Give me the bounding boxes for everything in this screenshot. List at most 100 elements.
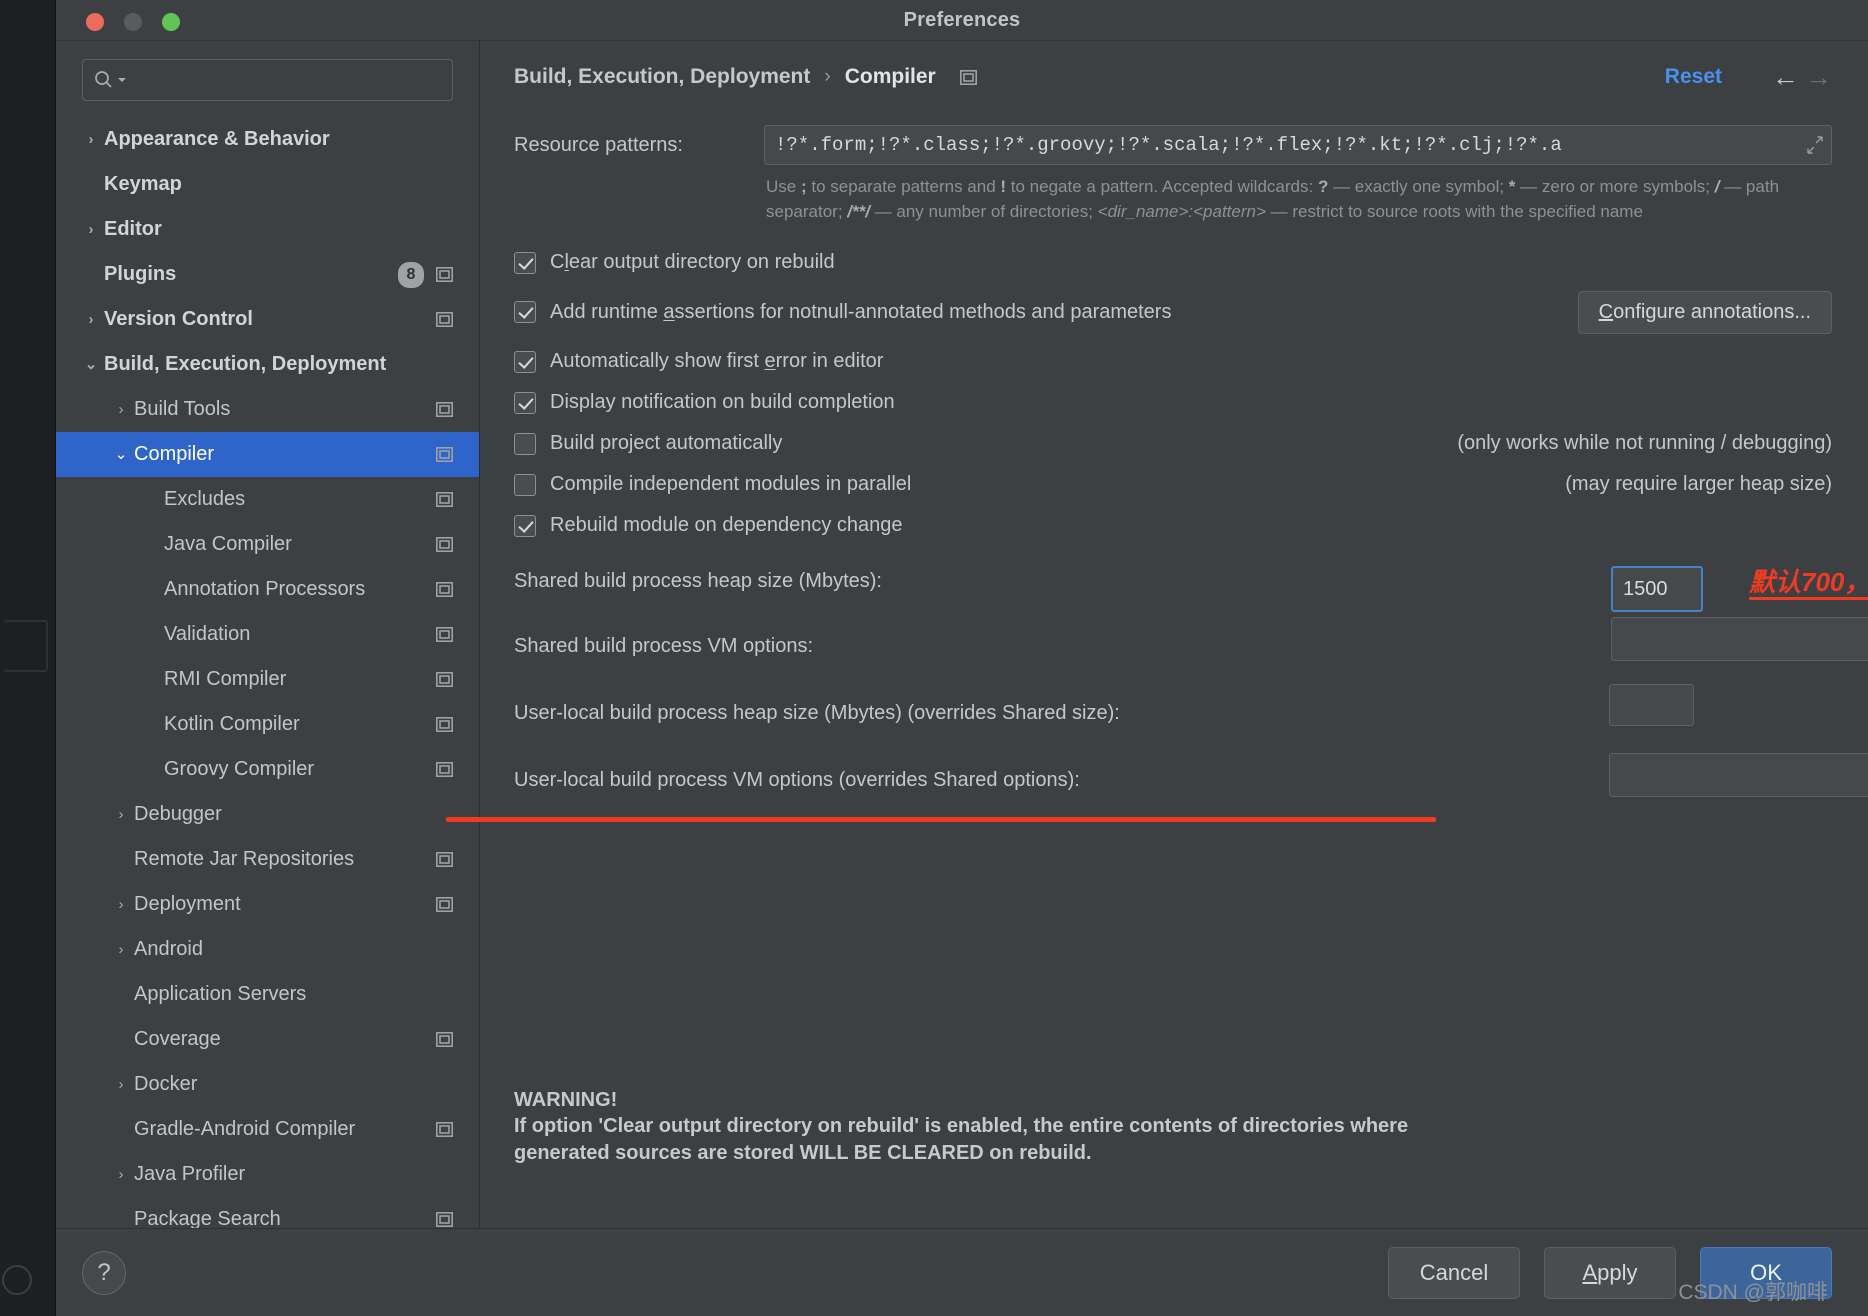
hint-seg-2: to separate patterns and bbox=[806, 177, 1001, 196]
help-button[interactable]: ? bbox=[82, 1250, 126, 1295]
window-titlebar: Preferences bbox=[56, 0, 1868, 41]
sidebar-item-adornments bbox=[436, 582, 453, 597]
user-local-vm-input[interactable] bbox=[1609, 753, 1868, 798]
configure-annotations-button[interactable]: Configure annotations... bbox=[1577, 290, 1832, 334]
chevron-down-icon[interactable]: ⌄ bbox=[108, 447, 134, 462]
checkbox-label: Build project automatically bbox=[550, 432, 782, 455]
hint-seg-3: to negate a pattern. Accepted wildcards: bbox=[1006, 177, 1318, 196]
sidebar-item-label: Build Tools bbox=[134, 398, 231, 420]
back-arrow-icon[interactable]: ← bbox=[1772, 63, 1799, 91]
sidebar-item-adornments bbox=[436, 1122, 453, 1137]
checkbox-unchecked-icon[interactable] bbox=[514, 432, 536, 455]
user-local-heap-input[interactable] bbox=[1609, 684, 1694, 727]
sidebar-item-editor[interactable]: › Editor bbox=[56, 207, 479, 252]
red-annotation-text: 默认700，调大一些 bbox=[1749, 567, 1868, 598]
chevron-right-icon[interactable]: › bbox=[108, 897, 134, 912]
shared-heap-input[interactable] bbox=[1611, 566, 1703, 613]
forward-arrow-icon[interactable]: → bbox=[1805, 63, 1832, 91]
sidebar-item-android[interactable]: › Android bbox=[56, 927, 479, 972]
sidebar-item-label: Coverage bbox=[134, 1028, 221, 1050]
checkbox-checked-icon[interactable] bbox=[514, 350, 536, 373]
expand-field-icon[interactable] bbox=[1805, 135, 1825, 155]
checkbox-checked-icon[interactable] bbox=[514, 301, 536, 324]
sidebar-item-adornments bbox=[436, 717, 453, 732]
sidebar-item-coverage[interactable]: ›Coverage bbox=[56, 1017, 479, 1062]
sidebar-item-remote-jar-repositories[interactable]: ›Remote Jar Repositories bbox=[56, 837, 479, 882]
checkbox-checked-icon[interactable] bbox=[514, 251, 536, 274]
search-input[interactable] bbox=[127, 71, 442, 89]
chevron-right-icon[interactable]: › bbox=[108, 1167, 134, 1182]
sidebar-item-adornments bbox=[436, 627, 453, 642]
sidebar-item-excludes[interactable]: ›Excludes bbox=[56, 477, 479, 522]
sidebar-item-kotlin-compiler[interactable]: ›Kotlin Compiler bbox=[56, 702, 479, 747]
chevron-right-icon[interactable]: › bbox=[108, 1077, 134, 1092]
sidebar-item-label: Appearance & Behavior bbox=[104, 128, 330, 150]
sidebar-item-plugins[interactable]: ›Plugins8 bbox=[56, 252, 479, 297]
chevron-right-icon[interactable]: › bbox=[78, 222, 104, 237]
sidebar-item-annotation-processors[interactable]: ›Annotation Processors bbox=[56, 567, 479, 612]
hint-seg-5: — zero or more symbols; bbox=[1515, 177, 1715, 196]
chevron-right-icon[interactable]: › bbox=[108, 402, 134, 417]
hint-seg-4: — exactly one symbol; bbox=[1328, 177, 1509, 196]
checkbox-checked-icon[interactable] bbox=[514, 391, 536, 414]
sidebar-item-application-servers[interactable]: ›Application Servers bbox=[56, 972, 479, 1017]
checkbox-label-pre: Rebuild module on dependency change bbox=[550, 514, 903, 537]
sidebar-item-groovy-compiler[interactable]: ›Groovy Compiler bbox=[56, 747, 479, 792]
checkbox-row[interactable]: Build project automatically (only works w… bbox=[514, 423, 1832, 464]
sidebar-item-keymap[interactable]: ›Keymap bbox=[56, 162, 479, 207]
sidebar-item-label: Application Servers bbox=[134, 983, 307, 1005]
shared-vm-input[interactable] bbox=[1611, 617, 1868, 662]
sidebar-item-rmi-compiler[interactable]: ›RMI Compiler bbox=[56, 657, 479, 702]
sidebar-item-adornments bbox=[436, 897, 453, 912]
sidebar-item-build-execution-deployment[interactable]: ⌄ Build, Execution, Deployment bbox=[56, 342, 479, 387]
sidebar-item-validation[interactable]: ›Validation bbox=[56, 612, 479, 657]
apply-button[interactable]: Apply bbox=[1544, 1246, 1676, 1299]
resource-patterns-value: !?*.form;!?*.class;!?*.groovy;!?*.scala;… bbox=[775, 134, 1562, 156]
search-box[interactable] bbox=[82, 59, 453, 101]
sidebar-item-adornments bbox=[436, 1212, 453, 1227]
sidebar-item-docker[interactable]: › Docker bbox=[56, 1062, 479, 1107]
checkbox-row[interactable]: Add runtime assertions for notnull-annot… bbox=[514, 283, 1832, 341]
sidebar-item-label: RMI Compiler bbox=[164, 668, 287, 690]
chevron-right-icon[interactable]: › bbox=[108, 942, 134, 957]
checkbox-label: Clear output directory on rebuild bbox=[550, 251, 835, 274]
chevron-right-icon[interactable]: › bbox=[78, 132, 104, 147]
breadcrumb-bar: Build, Execution, Deployment › Compiler … bbox=[480, 41, 1868, 113]
checkbox-row[interactable]: Rebuild module on dependency change bbox=[514, 505, 1832, 546]
sidebar-item-java-profiler[interactable]: › Java Profiler bbox=[56, 1152, 479, 1197]
sidebar-item-adornments bbox=[436, 447, 453, 462]
sidebar-item-build-tools[interactable]: › Build Tools bbox=[56, 387, 479, 432]
settings-tree[interactable]: ›Appearance & Behavior›Keymap›Editor›Plu… bbox=[56, 113, 479, 1228]
checkbox-unchecked-icon[interactable] bbox=[514, 473, 536, 496]
checkbox-row[interactable]: Compile independent modules in parallel (… bbox=[514, 464, 1832, 505]
sidebar-item-appearance-behavior[interactable]: › Appearance & Behavior bbox=[56, 117, 479, 162]
sidebar-item-deployment[interactable]: › Deployment bbox=[56, 882, 479, 927]
sidebar-item-version-control[interactable]: › Version Control bbox=[56, 297, 479, 342]
plugins-count-badge: 8 bbox=[398, 261, 424, 288]
project-scope-icon bbox=[436, 672, 453, 687]
sidebar-item-package-search[interactable]: ›Package Search bbox=[56, 1197, 479, 1228]
sidebar-item-compiler[interactable]: ⌄ Compiler bbox=[56, 432, 479, 477]
chevron-right-icon[interactable]: › bbox=[78, 312, 104, 327]
chevron-right-icon[interactable]: › bbox=[108, 807, 134, 822]
checkbox-label-pre: Automatically show first bbox=[550, 350, 765, 373]
sidebar-item-label: Package Search bbox=[134, 1208, 281, 1228]
sidebar-item-label: Docker bbox=[134, 1073, 198, 1095]
checkbox-row[interactable]: Automatically show first error in editor bbox=[514, 341, 1832, 382]
cancel-button[interactable]: Cancel bbox=[1388, 1246, 1520, 1299]
project-scope-icon bbox=[436, 1122, 453, 1137]
chevron-down-icon[interactable]: ⌄ bbox=[78, 357, 104, 372]
sidebar-item-debugger[interactable]: › Debugger bbox=[56, 792, 479, 837]
sidebar-item-adornments bbox=[436, 492, 453, 507]
user-local-heap-label: User-local build process heap size (Mbyt… bbox=[514, 702, 1120, 725]
sidebar-item-gradle-android-compiler[interactable]: ›Gradle-Android Compiler bbox=[56, 1107, 479, 1152]
reset-button[interactable]: Reset bbox=[1665, 65, 1722, 89]
checkbox-checked-icon[interactable] bbox=[514, 514, 536, 537]
breadcrumb-root[interactable]: Build, Execution, Deployment bbox=[514, 65, 810, 89]
checkbox-row[interactable]: Display notification on build completion bbox=[514, 382, 1832, 423]
background-round-icon bbox=[2, 1265, 32, 1295]
sidebar-item-java-compiler[interactable]: ›Java Compiler bbox=[56, 522, 479, 567]
resource-patterns-field[interactable]: !?*.form;!?*.class;!?*.groovy;!?*.scala;… bbox=[764, 125, 1832, 165]
checkbox-row[interactable]: Clear output directory on rebuild bbox=[514, 242, 1832, 283]
ok-button[interactable]: OK bbox=[1700, 1246, 1832, 1299]
